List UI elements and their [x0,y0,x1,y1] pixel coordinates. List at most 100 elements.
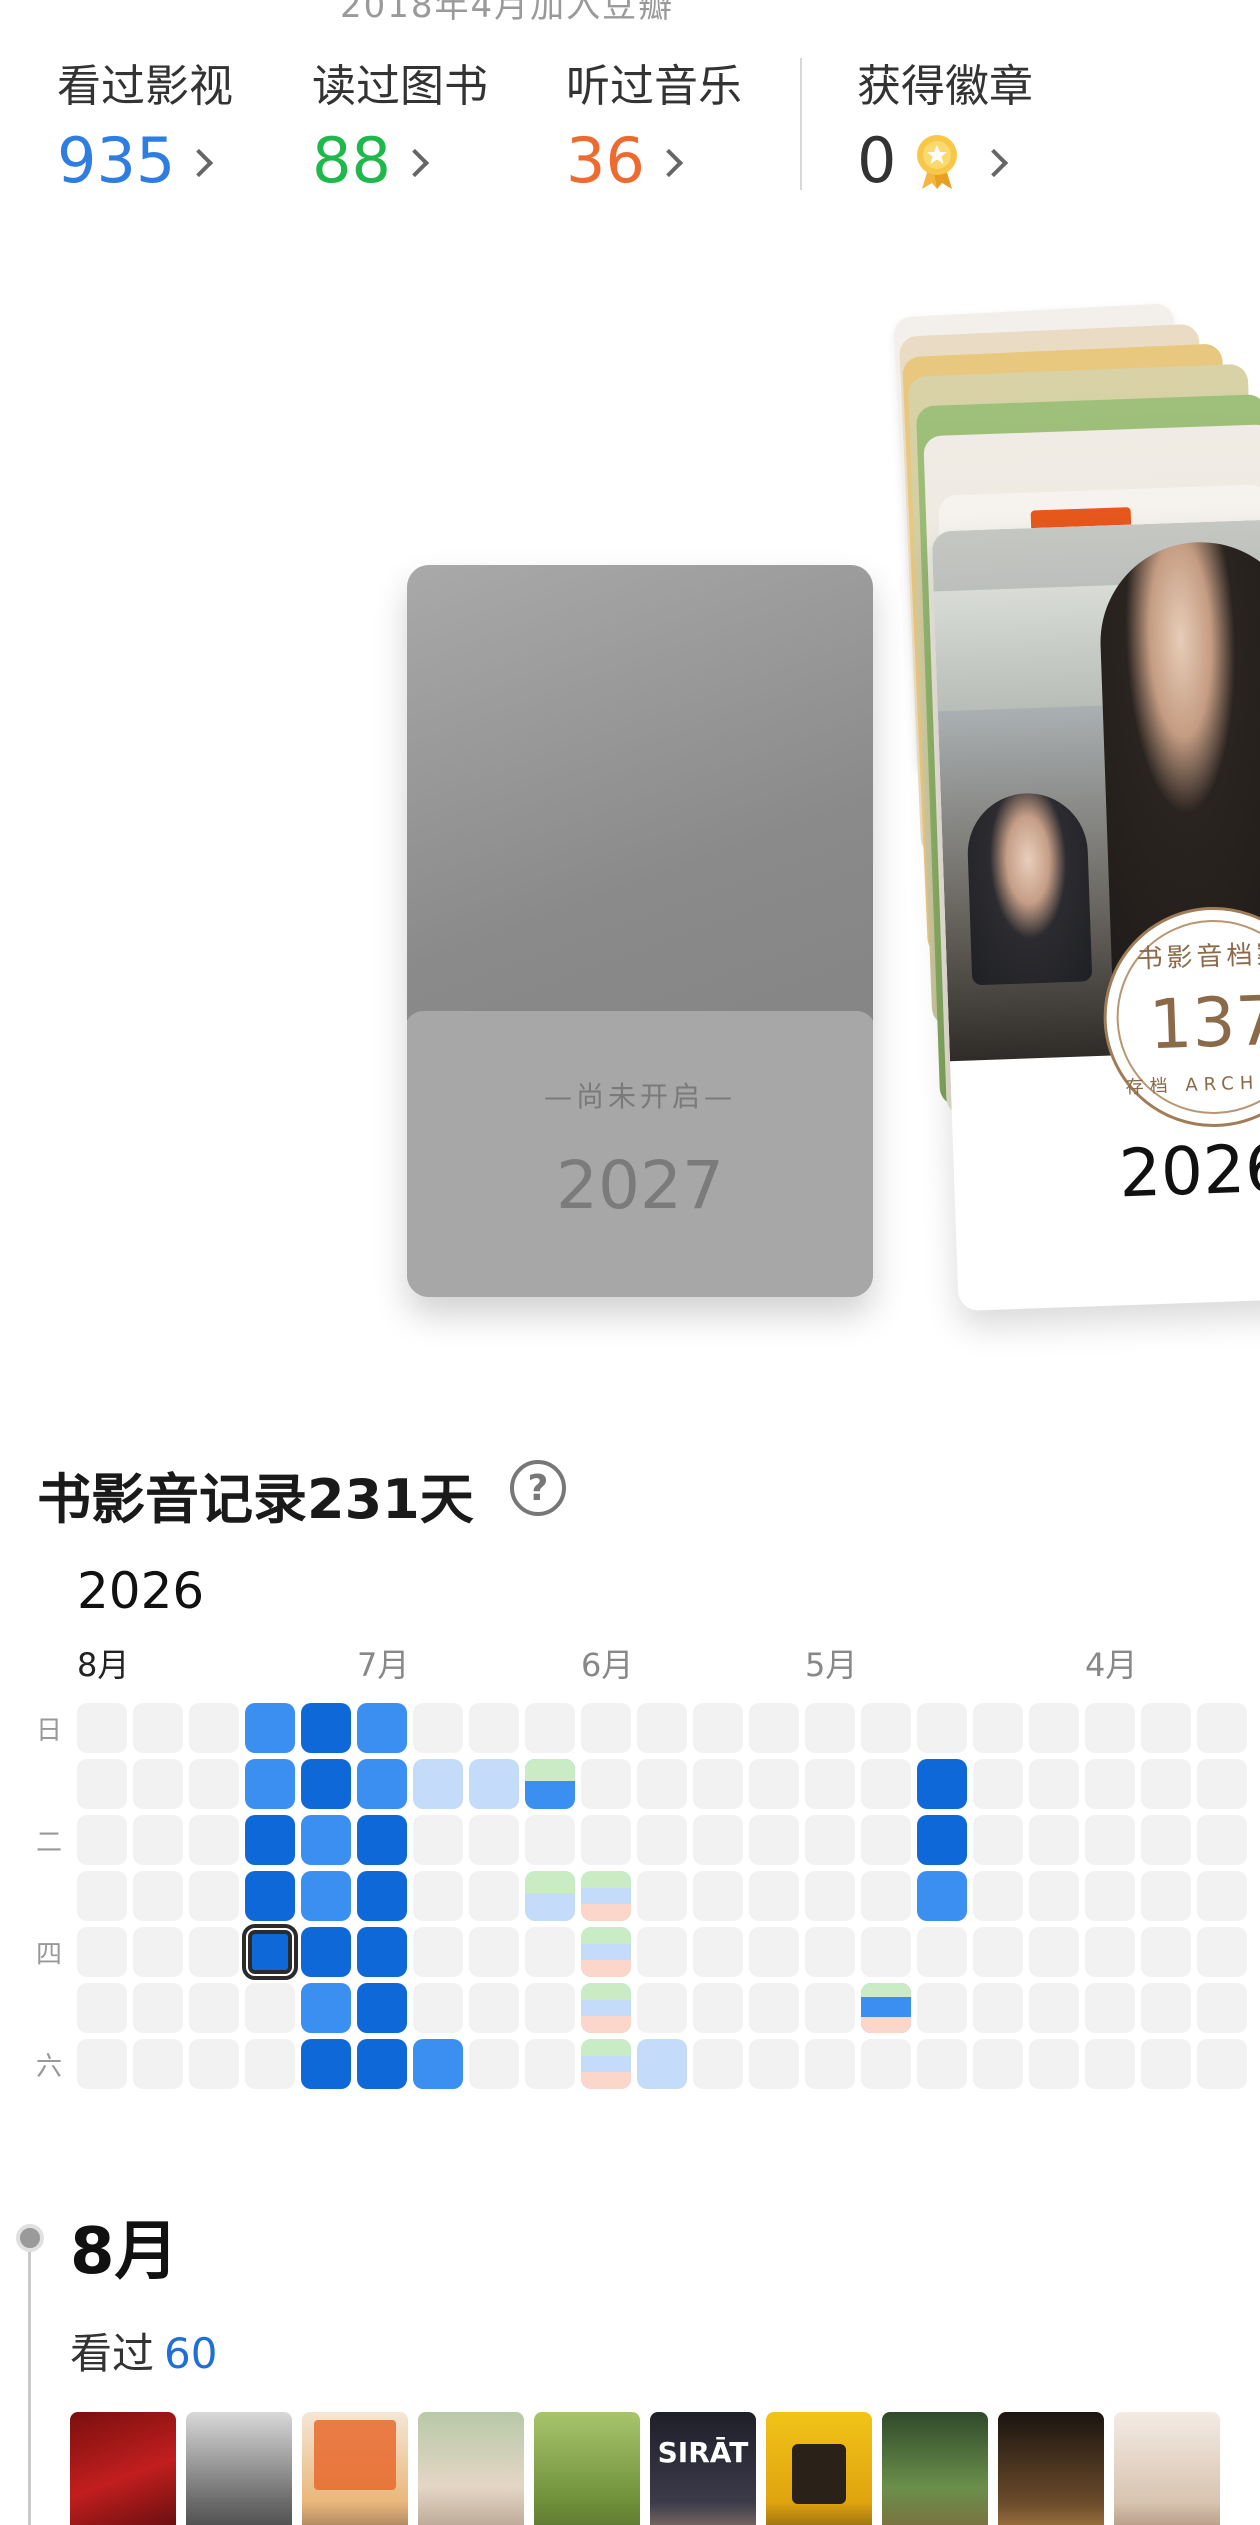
heatmap-cell[interactable] [133,1703,183,1753]
heatmap-cell[interactable] [469,1983,519,2033]
heatmap-cell[interactable] [805,2039,855,2089]
heatmap-cell[interactable] [525,1815,575,1865]
heatmap-cell[interactable] [357,1983,407,2033]
heatmap-cell[interactable] [469,1871,519,1921]
heatmap-cell[interactable] [301,2039,351,2089]
heatmap-cell[interactable] [749,1927,799,1977]
heatmap-cell[interactable] [637,1871,687,1921]
heatmap-cell[interactable] [1029,1759,1079,1809]
heatmap-cell[interactable] [245,1871,295,1921]
poster-thumbnail[interactable] [70,2412,176,2525]
heatmap-cell[interactable] [525,1983,575,2033]
poster-thumbnail[interactable] [418,2412,524,2525]
heatmap-cell[interactable] [189,1983,239,2033]
heatmap-cell[interactable] [189,1815,239,1865]
heatmap-cell[interactable] [133,2039,183,2089]
heatmap-cell[interactable] [917,2039,967,2089]
heatmap-cell[interactable] [189,1703,239,1753]
heatmap-cell[interactable] [805,1927,855,1977]
heatmap-cell[interactable] [861,1983,911,2033]
heatmap-cell[interactable] [1029,1815,1079,1865]
stat-music[interactable]: 听过音乐 36 [566,50,742,197]
heatmap-cell[interactable] [413,1871,463,1921]
heatmap-cell[interactable] [917,1871,967,1921]
heatmap-cell[interactable] [917,1759,967,1809]
poster-thumbnail[interactable] [998,2412,1104,2525]
heatmap-cell[interactable] [189,1759,239,1809]
heatmap-cell[interactable] [1197,1759,1247,1809]
watched-summary[interactable]: 看过 60 [70,2320,217,2381]
heatmap-cell[interactable] [301,1927,351,1977]
heatmap-cell[interactable] [77,1983,127,2033]
heatmap-cell[interactable] [805,1815,855,1865]
heatmap-cell[interactable] [133,1871,183,1921]
heatmap-cell[interactable] [245,2039,295,2089]
heatmap-cell[interactable] [77,2039,127,2089]
heatmap-cell[interactable] [413,1927,463,1977]
heatmap-cell[interactable] [77,1759,127,1809]
heatmap-cell[interactable] [1085,1927,1135,1977]
heatmap-cell[interactable] [301,1703,351,1753]
heatmap-cell[interactable] [749,1815,799,1865]
heatmap-cell[interactable] [1085,1703,1135,1753]
heatmap-cell[interactable] [301,1983,351,2033]
heatmap-cell[interactable] [749,2039,799,2089]
heatmap-cell[interactable] [581,1759,631,1809]
heatmap-cell[interactable] [189,1871,239,1921]
heatmap-cell[interactable] [525,1759,575,1809]
heatmap-cell[interactable] [861,1759,911,1809]
heatmap-cell[interactable] [1085,1871,1135,1921]
poster-thumbnail[interactable] [302,2412,408,2525]
heatmap-cell[interactable] [749,1871,799,1921]
heatmap-cell[interactable] [1197,1815,1247,1865]
heatmap-cell[interactable] [1029,1703,1079,1753]
heatmap-cell[interactable] [1141,2039,1191,2089]
stat-books[interactable]: 读过图书 88 [312,50,488,197]
heatmap-cell[interactable] [693,1815,743,1865]
heatmap-cell[interactable] [469,1927,519,1977]
heatmap-cell[interactable] [861,1703,911,1753]
heatmap-cell[interactable] [917,1983,967,2033]
heatmap-cell[interactable] [1141,1815,1191,1865]
heatmap-cell[interactable] [525,1871,575,1921]
poster-thumbnail[interactable] [766,2412,872,2525]
heatmap-cell[interactable] [189,1927,239,1977]
poster-thumbnail[interactable]: SIRĀT [650,2412,756,2525]
heatmap-cell[interactable] [805,1983,855,2033]
heatmap-cell[interactable] [973,1871,1023,1921]
heatmap-cell[interactable] [581,2039,631,2089]
heatmap-cell[interactable] [525,2039,575,2089]
heatmap-cell[interactable] [637,1927,687,1977]
heatmap-cell[interactable] [413,1703,463,1753]
heatmap-cell[interactable] [245,1983,295,2033]
heatmap-cell[interactable] [133,1759,183,1809]
heatmap-cell[interactable] [1197,1703,1247,1753]
poster-thumbnail[interactable] [186,2412,292,2525]
heatmap-cell[interactable] [805,1759,855,1809]
heatmap-cell[interactable] [973,1759,1023,1809]
heatmap-cell[interactable] [693,1983,743,2033]
heatmap-cell[interactable] [973,1703,1023,1753]
heatmap-cell[interactable] [805,1703,855,1753]
heatmap-cell[interactable] [805,1871,855,1921]
heatmap-cell[interactable] [637,1815,687,1865]
stat-badges[interactable]: 获得徽章 0 [857,50,1033,197]
heatmap-cell[interactable] [693,1759,743,1809]
heatmap-cell[interactable] [637,1759,687,1809]
heatmap-cell[interactable] [357,1815,407,1865]
heatmap-cell[interactable] [1141,1871,1191,1921]
heatmap-cell[interactable] [413,1815,463,1865]
heatmap-cell[interactable] [77,1927,127,1977]
heatmap-cell[interactable] [525,1927,575,1977]
heatmap-cell[interactable] [1029,1927,1079,1977]
heatmap-cell[interactable] [133,1927,183,1977]
heatmap-cell[interactable] [917,1703,967,1753]
heatmap-cell[interactable] [413,1983,463,2033]
heatmap-cell[interactable] [245,1815,295,1865]
heatmap-cell[interactable] [973,1815,1023,1865]
heatmap-cell[interactable] [693,1871,743,1921]
heatmap-cell[interactable] [637,1983,687,2033]
heatmap-cell[interactable] [973,1983,1023,2033]
heatmap-cell[interactable] [469,1703,519,1753]
heatmap-cell[interactable] [581,1815,631,1865]
